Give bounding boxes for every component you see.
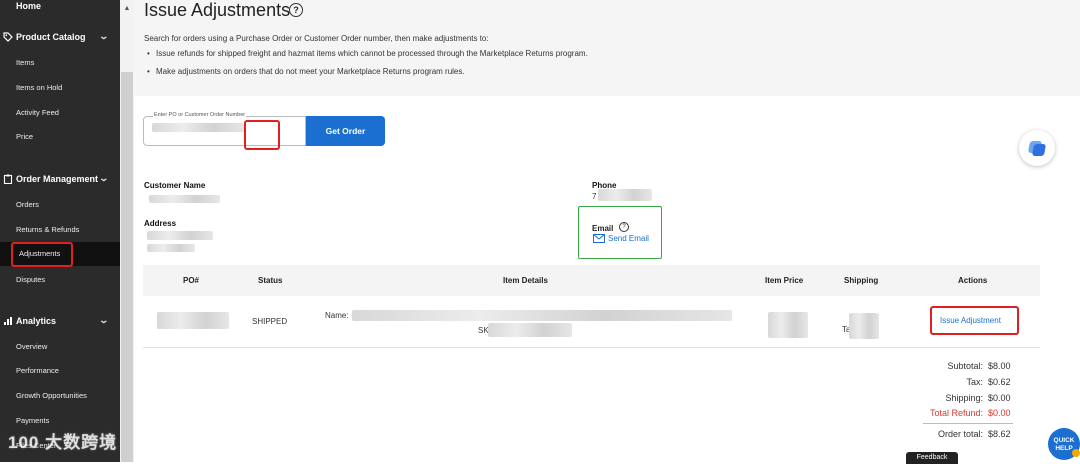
bullet-item: Make adjustments on orders that do not m…: [147, 67, 465, 76]
sidebar-item-growth-opportunities[interactable]: Growth Opportunities: [16, 391, 87, 400]
highlight-box: [244, 120, 280, 150]
sidebar-item-payments[interactable]: Payments: [16, 416, 49, 425]
email-label: Email: [592, 224, 614, 233]
column-header-po: PO#: [183, 276, 200, 285]
help-icon[interactable]: ?: [289, 3, 303, 17]
redacted-address: [147, 244, 195, 252]
shipping-total-value: $0.00: [988, 393, 1011, 403]
po-input-label: Enter PO or Customer Order Number: [153, 112, 247, 118]
mail-icon: [593, 234, 605, 243]
sidebar: Home Product Catalog ⌄ Items Items on Ho…: [0, 0, 120, 462]
home-icon: [2, 0, 14, 12]
redacted-item-sku: [488, 323, 572, 337]
sidebar-item-performance[interactable]: Performance: [16, 366, 59, 375]
item-name-label: Name:: [325, 311, 349, 320]
sidebar-item-items-on-hold[interactable]: Items on Hold: [16, 83, 62, 92]
sidebar-section-analytics[interactable]: Analytics ⌄: [0, 310, 120, 332]
redacted-item-name: [352, 310, 732, 321]
bullet-item: Issue refunds for shipped freight and ha…: [147, 49, 588, 58]
send-email-label: Send Email: [608, 234, 649, 243]
send-email-link[interactable]: Send Email: [593, 234, 649, 243]
chevron-down-icon: ⌄: [98, 315, 110, 325]
sidebar-item-orders[interactable]: Orders: [16, 200, 39, 209]
order-total-label: Order total:: [937, 429, 983, 439]
order-total-value: $8.62: [988, 429, 1011, 439]
redacted-item-price: [768, 312, 808, 338]
chart-icon: [2, 315, 14, 327]
scroll-up-arrow-icon[interactable]: ▲: [121, 4, 133, 14]
sidebar-item-disputes[interactable]: Disputes: [16, 275, 45, 284]
subtotal-value: $8.00: [988, 361, 1011, 371]
sidebar-section-label: Product Catalog: [16, 32, 86, 42]
tax-value: $0.62: [988, 377, 1011, 387]
sidebar-home[interactable]: Home: [0, 0, 120, 17]
redacted-po-number: [157, 312, 229, 329]
tax-label: Tax:: [966, 377, 983, 387]
order-status: SHIPPED: [252, 317, 288, 326]
sidebar-item-returns-refunds[interactable]: Returns & Refunds: [16, 225, 79, 234]
row-divider: [143, 347, 1040, 348]
total-refund-label: Total Refund:: [929, 408, 983, 418]
chevron-down-icon: ⌄: [98, 31, 110, 41]
column-header-actions: Actions: [958, 276, 988, 285]
sidebar-section-order-management[interactable]: Order Management ⌄: [0, 168, 120, 190]
redacted-customer-name: [149, 195, 220, 203]
address-label: Address: [144, 219, 177, 228]
column-header-item-details: Item Details: [503, 276, 548, 285]
tag-icon: [2, 31, 14, 43]
redacted-po-value: [152, 123, 244, 132]
phone-value: 7: [592, 192, 597, 201]
shipping-label: Shipping:: [945, 393, 983, 403]
scrollbar-thumb[interactable]: [121, 72, 133, 462]
column-header-shipping: Shipping: [844, 276, 879, 285]
assistant-icon[interactable]: [1019, 130, 1055, 166]
page-intro: Search for orders using a Purchase Order…: [144, 34, 489, 43]
total-refund-value: $0.00: [988, 408, 1011, 418]
watermark-logo: 100 大数跨境: [8, 433, 118, 452]
column-header-status: Status: [258, 276, 283, 285]
sidebar-section-label: Analytics: [16, 316, 57, 326]
sidebar-section-product-catalog[interactable]: Product Catalog ⌄: [0, 26, 120, 48]
help-icon[interactable]: ?: [619, 222, 629, 232]
clipboard-icon: [2, 173, 14, 185]
sidebar-item-items[interactable]: Items: [16, 58, 34, 67]
sidebar-item-activity-feed[interactable]: Activity Feed: [16, 108, 59, 117]
chevron-down-icon: ⌄: [98, 173, 110, 183]
redacted-shipping: [849, 313, 879, 339]
highlight-box: [930, 306, 1019, 335]
notification-dot: [1072, 449, 1080, 457]
column-header-item-price: Item Price: [765, 276, 804, 285]
customer-name-label: Customer Name: [144, 181, 206, 190]
get-order-button[interactable]: Get Order: [306, 116, 385, 146]
redacted-address: [147, 231, 213, 240]
sidebar-home-label: Home: [16, 1, 42, 11]
sidebar-scrollbar[interactable]: [120, 0, 134, 462]
sidebar-section-label: Order Management: [16, 174, 99, 184]
sidebar-item-overview[interactable]: Overview: [16, 342, 47, 351]
feedback-button[interactable]: Feedback: [906, 452, 958, 464]
subtotal-label: Subtotal:: [947, 361, 983, 371]
email-highlight-box: [578, 206, 662, 259]
totals-divider: [923, 423, 1013, 424]
highlight-box: [11, 242, 73, 267]
redacted-phone: [598, 189, 652, 201]
sidebar-item-price[interactable]: Price: [16, 132, 33, 141]
quick-help-button[interactable]: QUICK HELP: [1048, 428, 1080, 460]
page-title: Issue Adjustments: [144, 0, 291, 20]
quick-help-label: QUICK HELP: [1053, 437, 1075, 452]
